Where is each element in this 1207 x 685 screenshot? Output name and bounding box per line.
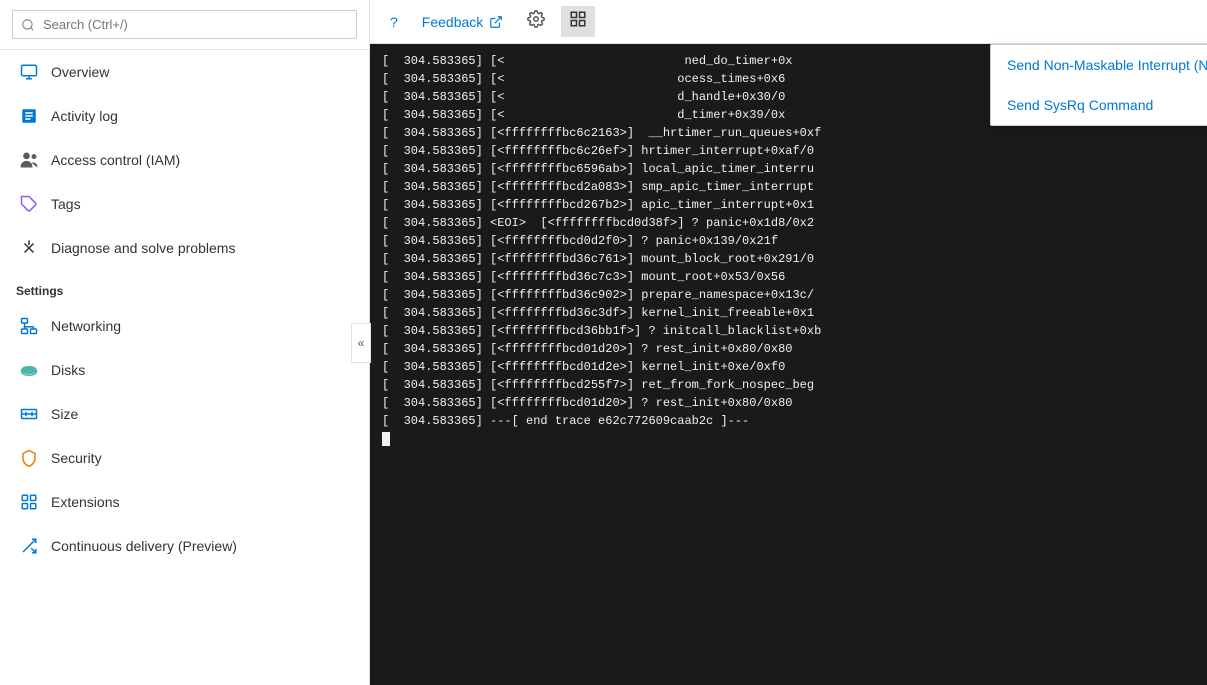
- nav-continuous-delivery[interactable]: Continuous delivery (Preview): [0, 524, 369, 568]
- nav-disks[interactable]: Disks: [0, 348, 369, 392]
- nav-size[interactable]: Size: [0, 392, 369, 436]
- networking-icon: [19, 316, 39, 336]
- nav-access-control-label: Access control (IAM): [51, 152, 180, 168]
- extensions-icon: [19, 492, 39, 512]
- delivery-icon: [19, 536, 39, 556]
- nav-overview-label: Overview: [51, 64, 109, 80]
- nav-tags-label: Tags: [51, 196, 81, 212]
- nav-diagnose[interactable]: Diagnose and solve problems: [0, 226, 369, 270]
- search-box: [0, 0, 369, 50]
- size-icon: [19, 404, 39, 424]
- sysrq-button[interactable]: Send SysRq Command: [991, 85, 1207, 125]
- security-icon: [19, 448, 39, 468]
- grid-button[interactable]: [561, 6, 595, 37]
- sidebar: Overview Activity log: [0, 0, 370, 685]
- nav-activity-log[interactable]: Activity log: [0, 94, 369, 138]
- nav-extensions-label: Extensions: [51, 494, 119, 510]
- nav-diagnose-label: Diagnose and solve problems: [51, 240, 235, 256]
- people-icon: [19, 150, 39, 170]
- nav-activity-log-label: Activity log: [51, 108, 118, 124]
- nav-networking[interactable]: Networking: [0, 304, 369, 348]
- gear-icon: [527, 10, 545, 28]
- help-button[interactable]: ?: [382, 10, 406, 34]
- dropdown-menu: Send Non-Maskable Interrupt (NMI) Send S…: [990, 44, 1207, 126]
- nav-security[interactable]: Security: [0, 436, 369, 480]
- toolbar: ? Feedback: [370, 0, 1207, 44]
- nav-tags[interactable]: Tags: [0, 182, 369, 226]
- terminal[interactable]: [ 304.583365] [< ned_do_timer+0x [ 304.5…: [370, 44, 1207, 685]
- nav-networking-label: Networking: [51, 318, 121, 334]
- main-content: ? Feedback Send Non-Maskabl: [370, 0, 1207, 685]
- nav-security-label: Security: [51, 450, 102, 466]
- nav-access-control[interactable]: Access control (IAM): [0, 138, 369, 182]
- nav-overview[interactable]: Overview: [0, 50, 369, 94]
- nav-extensions[interactable]: Extensions: [0, 480, 369, 524]
- settings-header: Settings: [0, 270, 369, 304]
- wrench-icon: [19, 238, 39, 258]
- nav-size-label: Size: [51, 406, 78, 422]
- sidebar-collapse-btn[interactable]: «: [351, 323, 371, 363]
- list-icon: [19, 106, 39, 126]
- search-input[interactable]: [12, 10, 357, 39]
- feedback-button[interactable]: Feedback: [414, 10, 511, 34]
- monitor-icon: [19, 62, 39, 82]
- feedback-label: Feedback: [422, 14, 483, 30]
- nav-disks-label: Disks: [51, 362, 85, 378]
- nmi-button[interactable]: Send Non-Maskable Interrupt (NMI): [991, 45, 1207, 85]
- nav-continuous-delivery-label: Continuous delivery (Preview): [51, 538, 237, 554]
- external-link-icon: [489, 15, 503, 29]
- disks-icon: [19, 360, 39, 380]
- terminal-cursor: [382, 432, 390, 446]
- settings-button[interactable]: [519, 6, 553, 37]
- tag-icon: [19, 194, 39, 214]
- grid-icon: [569, 10, 587, 28]
